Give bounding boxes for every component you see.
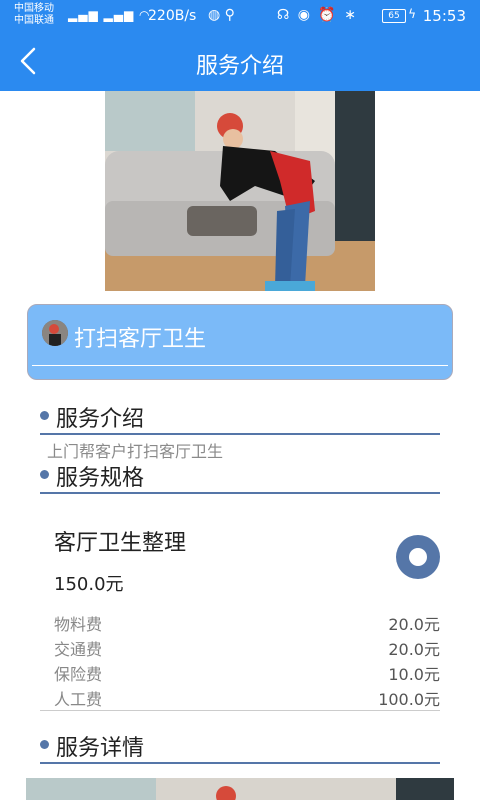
bullet-icon (40, 740, 49, 749)
service-image (105, 91, 375, 291)
charging-icon: ϟ (408, 7, 416, 21)
fee-value: 100.0元 (378, 690, 440, 709)
section-spec-title: 服务规格 (56, 466, 145, 491)
service-title-card: 打扫客厅卫生 (27, 304, 453, 380)
card-divider (32, 365, 448, 366)
section-intro-header: 服务介绍 (40, 399, 440, 435)
section-intro-title: 服务介绍 (56, 407, 145, 432)
page-title: 服务介绍 (195, 54, 284, 79)
fee-label: 物料费 (54, 615, 103, 634)
fee-value: 20.0元 (388, 640, 440, 659)
section-detail-header: 服务详情 (40, 728, 440, 764)
spec-item-name: 客厅卫生整理 (54, 531, 187, 556)
spec-item-price: 150.0元 (54, 574, 124, 595)
carrier-1: 中国移动 (14, 3, 54, 14)
bullet-icon (40, 411, 49, 420)
battery-icon: 65 (382, 9, 406, 23)
carrier-labels: 中国移动 中国联通 (14, 3, 54, 27)
fee-row: 人工费 100.0元 (54, 686, 440, 710)
fee-row: 交通费 20.0元 (54, 636, 440, 660)
section-detail-title: 服务详情 (56, 736, 145, 761)
radio-center (409, 548, 427, 566)
status-bar: 中国移动 中国联通 ▂▄▆ ▂▄▆ ◠ 220B/s ◍ ⚲ ☊ ◉ ⏰ ∗ 6… (0, 0, 480, 32)
bullet-icon (40, 470, 49, 479)
fee-value: 10.0元 (388, 665, 440, 684)
fee-value: 20.0元 (388, 615, 440, 634)
spec-select-radio[interactable] (396, 535, 440, 579)
clock: 15:53 (422, 7, 466, 25)
fee-label: 人工费 (54, 690, 103, 709)
carrier-2: 中国联通 (14, 15, 54, 26)
fee-label: 保险费 (54, 665, 103, 684)
fees-divider (40, 710, 440, 711)
detail-image (26, 778, 454, 800)
fee-row: 物料费 20.0元 (54, 611, 440, 635)
service-name: 打扫客厅卫生 (74, 327, 207, 352)
signal-icons: ▂▄▆ ▂▄▆ ◠ (68, 8, 151, 22)
app-bar: 服务介绍 (0, 32, 480, 91)
fee-row: 保险费 10.0元 (54, 661, 440, 685)
globe-icon: ◍ ⚲ (208, 7, 235, 23)
service-avatar (42, 320, 68, 346)
network-speed: 220B/s (148, 8, 197, 24)
section-spec-header: 服务规格 (40, 458, 440, 494)
status-icons: ☊ ◉ ⏰ ∗ (276, 7, 358, 23)
fee-label: 交通费 (54, 640, 103, 659)
